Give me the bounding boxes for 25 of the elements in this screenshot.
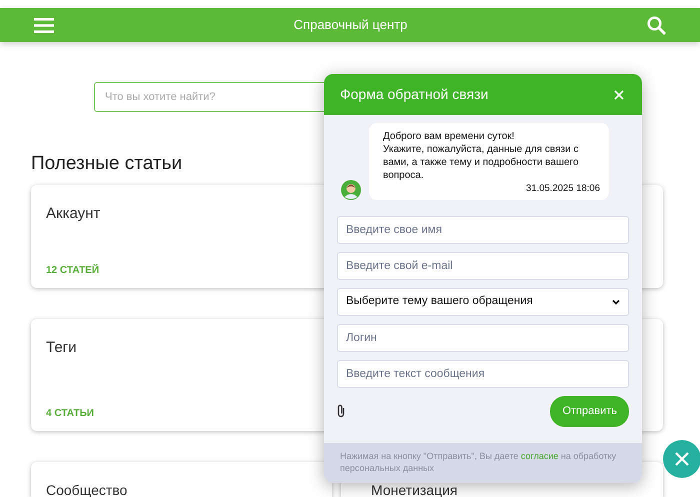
article-count: 12 СТАТЕЙ xyxy=(46,263,100,278)
input-field[interactable]: Введите текст сообщения xyxy=(337,360,629,388)
close-icon[interactable] xyxy=(614,90,624,100)
input-field[interactable]: Введите свой e-mail xyxy=(337,252,629,280)
card-title: Сообщество xyxy=(46,484,128,496)
message-time: 31.05.2025 18:06 xyxy=(525,182,600,195)
menu-icon[interactable] xyxy=(34,18,54,32)
card-title: Теги xyxy=(46,338,78,358)
paperclip-icon[interactable] xyxy=(337,404,345,418)
article-card[interactable]: Сообщество xyxy=(31,462,332,497)
input-field[interactable]: Логин xyxy=(337,324,629,352)
header-title: Справочный центр xyxy=(294,16,408,34)
close-icon xyxy=(674,451,690,467)
search-icon[interactable] xyxy=(647,16,666,34)
card-title: Аккаунт xyxy=(46,204,102,224)
caret-icon xyxy=(612,299,620,305)
chat-message: Доброго вам времени суток! Укажите, пожалуйста, данные для связи с вами, а также тему и подробности вашего вопроса. xyxy=(383,130,580,182)
avatar-icon xyxy=(341,180,361,200)
section-heading: Полезные статьи xyxy=(31,152,182,176)
topic-dropdown[interactable]: Выберите тему вашего обращения xyxy=(337,288,629,316)
close-chat-button[interactable] xyxy=(663,440,700,478)
input-field[interactable]: Введите свое имя xyxy=(337,216,629,244)
consent-text: Нажимая на кнопку "Отправить", Вы даете согласие на обработку персональных данных xyxy=(324,443,642,483)
article-count: 4 СТАТЬИ xyxy=(46,406,95,420)
card-title: Монетизация xyxy=(371,484,459,496)
